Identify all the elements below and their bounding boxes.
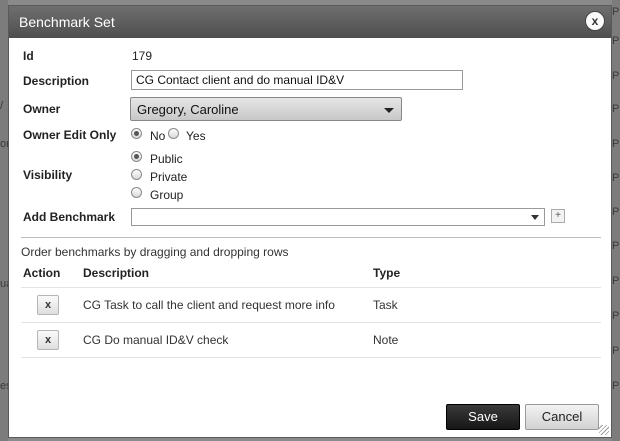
background-text: Pub: [612, 240, 620, 252]
owner-edit-no-radio[interactable]: [131, 128, 142, 139]
background-text: Pub: [612, 172, 620, 184]
row-type: Task: [373, 298, 398, 312]
background-text: Pub: [612, 35, 620, 47]
benchmark-set-dialog: Benchmark Set x Id 179 Description Owner…: [8, 5, 612, 438]
save-button[interactable]: Save: [446, 404, 520, 430]
visibility-group-radio[interactable]: [131, 187, 142, 198]
row-description: CG Task to call the client and request m…: [83, 298, 335, 312]
background-text: Pub: [612, 103, 620, 115]
background-text: Pub: [612, 6, 620, 18]
owner-edit-yes-label: Yes: [186, 129, 206, 143]
visibility-public-label: Public: [150, 152, 183, 166]
background-left: [0, 0, 8, 441]
column-header-action: Action: [23, 266, 61, 280]
background-text: Pub: [612, 275, 620, 287]
row-type: Note: [373, 333, 399, 347]
visibility-private-label: Private: [150, 170, 188, 184]
dialog-title: Benchmark Set: [19, 14, 115, 30]
background-right: [612, 0, 620, 441]
dialog-titlebar[interactable]: Benchmark Set x: [9, 6, 611, 38]
add-benchmark-select[interactable]: [131, 208, 545, 226]
section-divider: [21, 237, 601, 238]
owner-label: Owner: [23, 102, 61, 116]
row-divider: [21, 357, 601, 358]
visibility-group-label: Group: [150, 188, 184, 202]
column-header-description: Description: [83, 266, 150, 280]
background-text: Pub: [612, 206, 620, 218]
background-text: Pub: [612, 70, 620, 82]
id-value: 179: [132, 49, 153, 63]
owner-edit-label: Owner Edit Only: [23, 128, 117, 142]
chevron-down-icon: [384, 108, 394, 113]
column-header-type: Type: [373, 266, 401, 280]
add-benchmark-button[interactable]: +: [551, 209, 565, 223]
row-description: CG Do manual ID&V check: [83, 333, 229, 347]
owner-edit-no-label: No: [150, 129, 166, 143]
description-input[interactable]: [131, 70, 463, 90]
remove-benchmark-button[interactable]: x: [37, 330, 59, 350]
background-text: Pub: [612, 138, 620, 150]
background-text: Pub: [612, 380, 620, 392]
row-divider: [21, 322, 601, 323]
owner-select[interactable]: Gregory, Caroline: [130, 97, 402, 121]
background-text: Pub: [612, 310, 620, 322]
id-label: Id: [23, 49, 34, 63]
remove-benchmark-button[interactable]: x: [37, 295, 59, 315]
cancel-button[interactable]: Cancel: [525, 404, 599, 430]
background-text: Pub: [612, 345, 620, 357]
resize-handle[interactable]: [599, 425, 609, 435]
reorder-hint: Order benchmarks by dragging and droppin…: [21, 245, 289, 259]
owner-selected-value: Gregory, Caroline: [137, 102, 239, 117]
close-button[interactable]: x: [585, 11, 605, 31]
owner-edit-yes-radio[interactable]: [168, 128, 179, 139]
background-text: /: [0, 100, 4, 112]
visibility-public-radio[interactable]: [131, 151, 142, 162]
row-divider: [21, 287, 601, 288]
visibility-label: Visibility: [23, 168, 73, 182]
description-label: Description: [23, 74, 90, 88]
chevron-down-icon: [531, 215, 539, 220]
visibility-private-radio[interactable]: [131, 169, 142, 180]
add-benchmark-label: Add Benchmark: [23, 210, 116, 224]
